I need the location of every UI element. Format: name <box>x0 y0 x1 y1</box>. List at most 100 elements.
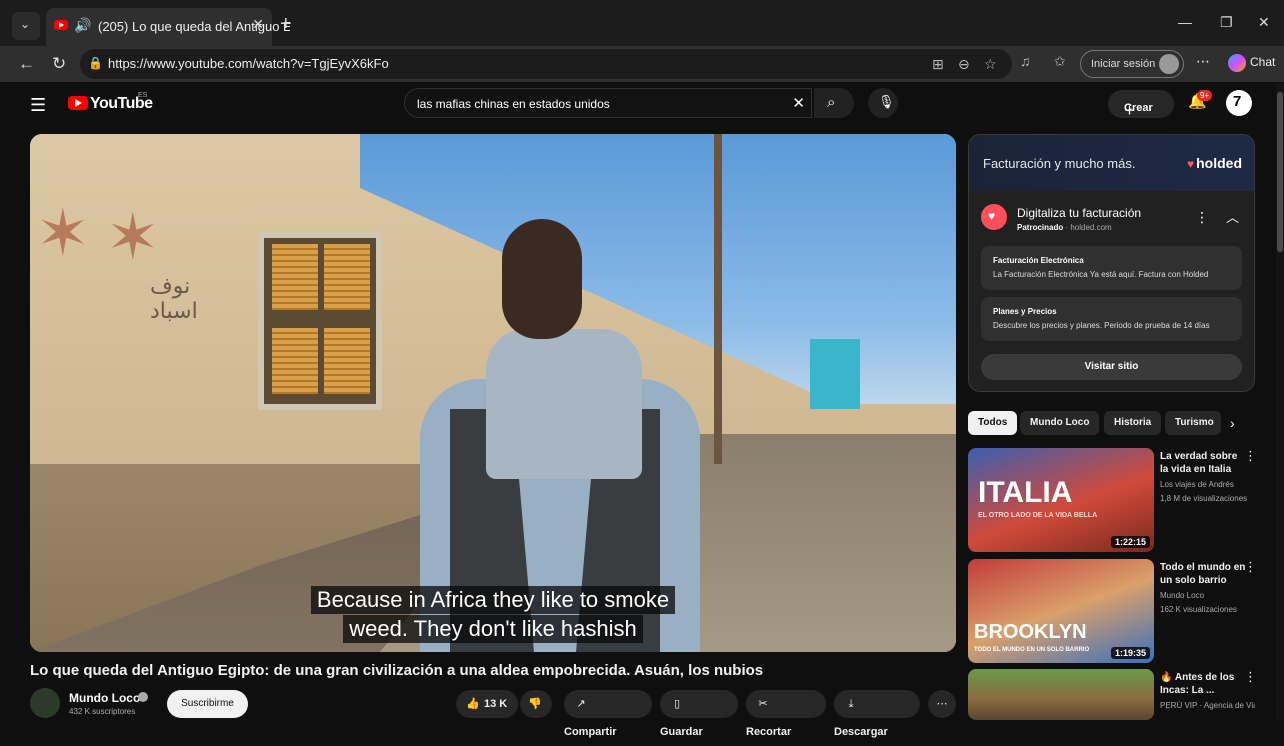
star-decoration: ✶ <box>36 197 90 269</box>
maximize-icon[interactable]: ❐ <box>1220 14 1233 31</box>
lock-icon[interactable]: 🔒 <box>88 56 103 70</box>
recommended-video[interactable]: BROOKLYN TODO EL MUNDO EN UN SOLO BARRIO… <box>968 559 1257 665</box>
back-icon[interactable]: ← <box>18 54 35 74</box>
copilot-icon <box>1228 54 1246 72</box>
more-vertical-icon[interactable]: ⋮ <box>1244 559 1257 575</box>
thumbs-up-icon: 👍 <box>466 698 480 710</box>
favorites-icon[interactable]: ✩ <box>1054 53 1066 70</box>
video-duration: 1:22:15 <box>1110 536 1150 548</box>
share-button[interactable]: ↗ Compartir <box>564 690 652 738</box>
search-query: las mafias chinas en estados unidos <box>417 97 610 111</box>
more-actions-button[interactable]: ⋯ <box>928 690 956 718</box>
recommended-title[interactable]: La verdad sobre la vida en Italia <box>1160 450 1246 476</box>
tab-list-button[interactable]: ⌄ <box>12 12 40 40</box>
video-thumbnail[interactable] <box>968 669 1154 720</box>
download-label: Descargar <box>834 726 888 738</box>
page-scrollbar[interactable] <box>1276 84 1284 720</box>
chevron-right-icon[interactable]: › <box>1230 415 1235 431</box>
clear-search-icon[interactable]: ✕ <box>792 94 805 112</box>
ad-logo-icon[interactable] <box>981 204 1007 230</box>
like-button[interactable]: 👍 13 K <box>456 690 518 718</box>
copilot-chat-button[interactable]: Chat <box>1228 54 1275 72</box>
recommended-video[interactable]: 🔥 Antes de los Incas: La ... PERÚ VIP · … <box>968 669 1257 720</box>
chip-turismo[interactable]: Turismo <box>1165 411 1221 435</box>
zoom-icon[interactable]: ⊖ <box>958 56 970 73</box>
ad-brand-name: holded <box>1196 155 1242 171</box>
create-button[interactable]: ＋ Crear <box>1108 90 1174 118</box>
recommended-title[interactable]: Todo el mundo en un solo barrio <box>1160 561 1246 587</box>
browser-tab-active[interactable]: 🔊 (205) Lo que queda del Antiguo Egipto … <box>46 8 290 46</box>
ad-sitelink[interactable]: Facturación Electrónica La Facturación E… <box>981 246 1242 290</box>
ad-headline[interactable]: Digitaliza tu facturación <box>1017 206 1141 220</box>
search-input[interactable]: las mafias chinas en estados unidos ✕ <box>404 88 812 118</box>
dislike-button[interactable]: 👎 <box>520 690 552 718</box>
more-options-icon[interactable]: ⋯ <box>1196 53 1210 70</box>
clip-button[interactable]: ✂ Recortar <box>746 690 826 738</box>
holded-logo-icon: ♥ <box>1186 157 1195 171</box>
search-button[interactable]: ⌕ <box>814 88 854 118</box>
voice-search-button[interactable]: 🎙 <box>868 88 898 118</box>
window-shutter <box>272 328 318 394</box>
close-window-icon[interactable]: ✕ <box>1258 14 1270 31</box>
recommended-title[interactable]: 🔥 Antes de los Incas: La ... <box>1160 671 1246 697</box>
download-button[interactable]: ⤓ Descargar <box>834 690 920 738</box>
wall-script: نوف اسباد <box>150 274 198 324</box>
channel-avatar[interactable] <box>30 688 60 718</box>
minimize-icon[interactable]: — <box>1178 14 1192 30</box>
more-vertical-icon[interactable]: ⋮ <box>1244 669 1257 685</box>
utility-pole <box>714 134 722 464</box>
save-button[interactable]: ▯ Guardar <box>660 690 738 738</box>
chip-mundo-loco[interactable]: Mundo Loco <box>1020 411 1100 435</box>
new-tab-icon[interactable]: + <box>280 13 292 36</box>
app-available-icon[interactable]: ⊞ <box>932 56 944 73</box>
caption-line: weed. They don't like hashish <box>343 615 643 643</box>
speaker-icon[interactable]: 🔊 <box>74 17 91 34</box>
signin-button[interactable]: Iniciar sesión <box>1080 50 1184 78</box>
ad-sitelink-desc: La Facturación Electrónica Ya está aquí.… <box>993 270 1209 279</box>
visit-site-button[interactable]: Visitar sitio <box>981 354 1242 380</box>
video-duration: 1:19:35 <box>1110 647 1150 659</box>
thumbnail-subtitle: EL OTRO LADO DE LA VIDA BELLA <box>978 512 1098 519</box>
close-tab-icon[interactable]: ✕ <box>252 16 264 33</box>
ad-sponsored: Patrocinado <box>1017 223 1064 232</box>
chip-all[interactable]: Todos <box>968 411 1018 435</box>
channel-name[interactable]: Mundo Loco <box>69 691 140 705</box>
ad-brand: ♥ holded <box>1187 155 1242 171</box>
star-decoration: ✶ <box>106 201 160 273</box>
account-avatar[interactable]: 7 <box>1226 90 1252 116</box>
thumbnail-title: BROOKLYN <box>974 621 1087 643</box>
scrollbar-thumb[interactable] <box>1277 92 1283 252</box>
browser-tabbar: ⌄ 🔊 (205) Lo que queda del Antiguo Egipt… <box>0 0 1284 46</box>
ad-sitelink[interactable]: Planes y Precios Descubre los precios y … <box>981 297 1242 341</box>
chevron-down-icon: ⌄ <box>20 17 31 31</box>
thumbs-down-icon: 👎 <box>528 698 542 710</box>
microphone-icon: 🎙 <box>878 94 895 109</box>
window-shutter <box>324 328 370 394</box>
ad-banner-text: Facturación y mucho más. <box>983 156 1136 171</box>
subscribe-button[interactable]: Suscribirme <box>167 690 248 718</box>
hamburger-menu-icon[interactable]: ☰ <box>30 95 46 116</box>
chip-historia[interactable]: Historia <box>1104 411 1162 435</box>
recommended-video[interactable]: ITALIA EL OTRO LADO DE LA VIDA BELLA 1:2… <box>968 448 1257 554</box>
video-thumbnail[interactable]: BROOKLYN TODO EL MUNDO EN UN SOLO BARRIO… <box>968 559 1154 663</box>
video-player[interactable]: ✶ ✶ نوف اسباد Because in Africa they like… <box>30 134 956 652</box>
refresh-icon[interactable]: ↻ <box>52 54 66 74</box>
subscriber-count: 432 K suscriptores <box>69 707 136 716</box>
person-head <box>502 219 582 339</box>
clip-label: Recortar <box>746 726 792 738</box>
url-text: https://www.youtube.com/watch?v=TgjEyvX6… <box>108 56 389 71</box>
window-shutter <box>324 244 370 310</box>
video-thumbnail[interactable]: ITALIA EL OTRO LADO DE LA VIDA BELLA 1:2… <box>968 448 1154 552</box>
url-field[interactable]: 🔒 https://www.youtube.com/watch?v=TgjEyv… <box>80 49 1012 79</box>
extensions-icon[interactable]: ♫ <box>1020 53 1031 69</box>
scissors-icon: ✂ <box>758 698 768 710</box>
favorite-star-icon[interactable]: ☆ <box>984 56 997 73</box>
ad-banner[interactable]: Facturación y mucho más. ♥ holded <box>969 135 1254 191</box>
chevron-up-icon[interactable]: ︿ <box>1226 207 1239 226</box>
more-vertical-icon[interactable]: ⋮ <box>1244 448 1257 464</box>
thumbnail-subtitle: TODO EL MUNDO EN UN SOLO BARRIO <box>974 647 1090 653</box>
ad-sponsored-line: Patrocinado · holded.com <box>1017 223 1112 232</box>
share-icon: ↗ <box>576 698 586 710</box>
ad-more-icon[interactable]: ⋮ <box>1195 209 1209 226</box>
youtube-logo-icon[interactable] <box>68 96 88 110</box>
